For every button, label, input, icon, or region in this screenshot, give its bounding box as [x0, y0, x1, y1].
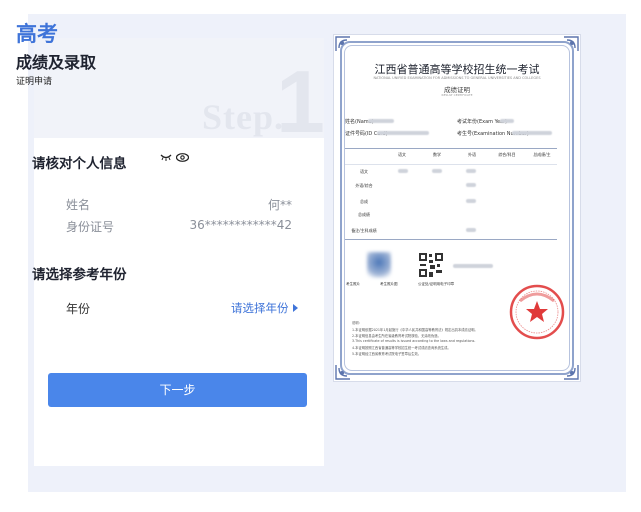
year-label: 年份: [66, 302, 91, 316]
title-gaokao: 高考: [16, 22, 58, 46]
photo-caption: 考生照片图: [380, 282, 398, 286]
seal-caption: 公证处/证明用电子印章: [418, 282, 455, 286]
cert-note: 说明:: [352, 321, 360, 325]
page-subtitle: 证明申请: [16, 77, 53, 87]
cert-note: 5.本证明经江西省教育考试院电子签章后生效。: [352, 352, 422, 356]
qr-code-icon: [418, 252, 444, 278]
official-seal-icon: [509, 284, 565, 340]
scores-table: [345, 148, 557, 240]
table-row-label: 总成绩: [358, 212, 370, 217]
blurred-value: [466, 183, 476, 187]
id-label: 身份证号: [66, 220, 115, 234]
table-header: 总成绩/主: [533, 152, 551, 157]
next-button[interactable]: 下一步: [48, 373, 307, 407]
blurred-value: [368, 119, 394, 123]
blurred-value: [466, 199, 476, 203]
eye-open-icon[interactable]: [176, 153, 189, 162]
table-header: 综合/科目: [498, 152, 516, 157]
name-value: 何**: [267, 198, 292, 212]
table-row-label: 外语/综合: [355, 183, 373, 188]
id-value: 36************42: [189, 218, 292, 232]
blurred-value: [500, 119, 514, 123]
table-row-label: 总成: [360, 199, 368, 204]
personal-info-heading: 请核对个人信息: [32, 156, 127, 172]
blurred-value: [398, 169, 408, 173]
ornament-corner-icon: [335, 36, 350, 51]
year-heading: 请选择参考年份: [32, 267, 127, 283]
certificate-title: 江西省普通高等学校招生统一考试: [374, 63, 540, 76]
blurred-value: [466, 169, 476, 173]
caret-right-icon: [292, 304, 298, 312]
cert-note: 2.本证明信息由考生所在省级教育考试院核验，无涂改伪造。: [352, 334, 441, 338]
table-divider: [345, 164, 557, 165]
table-header: 数学: [433, 152, 441, 157]
name-label: 姓名: [66, 198, 91, 212]
step-watermark: Step.: [202, 97, 285, 137]
blurred-value: [453, 264, 493, 268]
cert-note: 4.本证明按照江西省普通高等学校招生统一考试成绩查询系统生成。: [352, 346, 451, 350]
page-title: 成绩及录取: [16, 53, 97, 72]
cert-note: 1.本证明依据2021年1月起施行《中华人民共和国高等教育法》规定出具本成绩证明…: [352, 328, 478, 332]
table-row-label: 备注/主科成绩: [351, 228, 377, 233]
table-header: 语文: [398, 152, 406, 157]
table-header: 外语: [468, 152, 476, 157]
photo-placeholder: [367, 252, 391, 278]
blurred-value: [512, 131, 552, 135]
ornament-corner-icon: [564, 365, 579, 380]
step-number-watermark: 1: [276, 52, 324, 139]
blurred-value: [432, 169, 442, 173]
blurred-value: [466, 228, 476, 232]
eye-closed-icon[interactable]: [160, 153, 172, 161]
table-row-label: 语文: [360, 169, 368, 174]
year-select-text: 请选择年份: [231, 301, 289, 315]
blurred-value: [377, 131, 429, 135]
cert-note: 3.This certificate of results is issued …: [352, 339, 476, 343]
year-select[interactable]: 请选择年份: [231, 300, 298, 316]
certificate-title-en: NATIONAL UNIFIED EXAMINATION FOR ADMISSI…: [373, 76, 541, 80]
photo-caption: 考生照片: [346, 282, 360, 286]
ornament-corner-icon: [564, 36, 579, 51]
certificate-subtitle-en: RESULT CERTIFICATE: [441, 93, 473, 97]
ornament-corner-icon: [335, 365, 350, 380]
